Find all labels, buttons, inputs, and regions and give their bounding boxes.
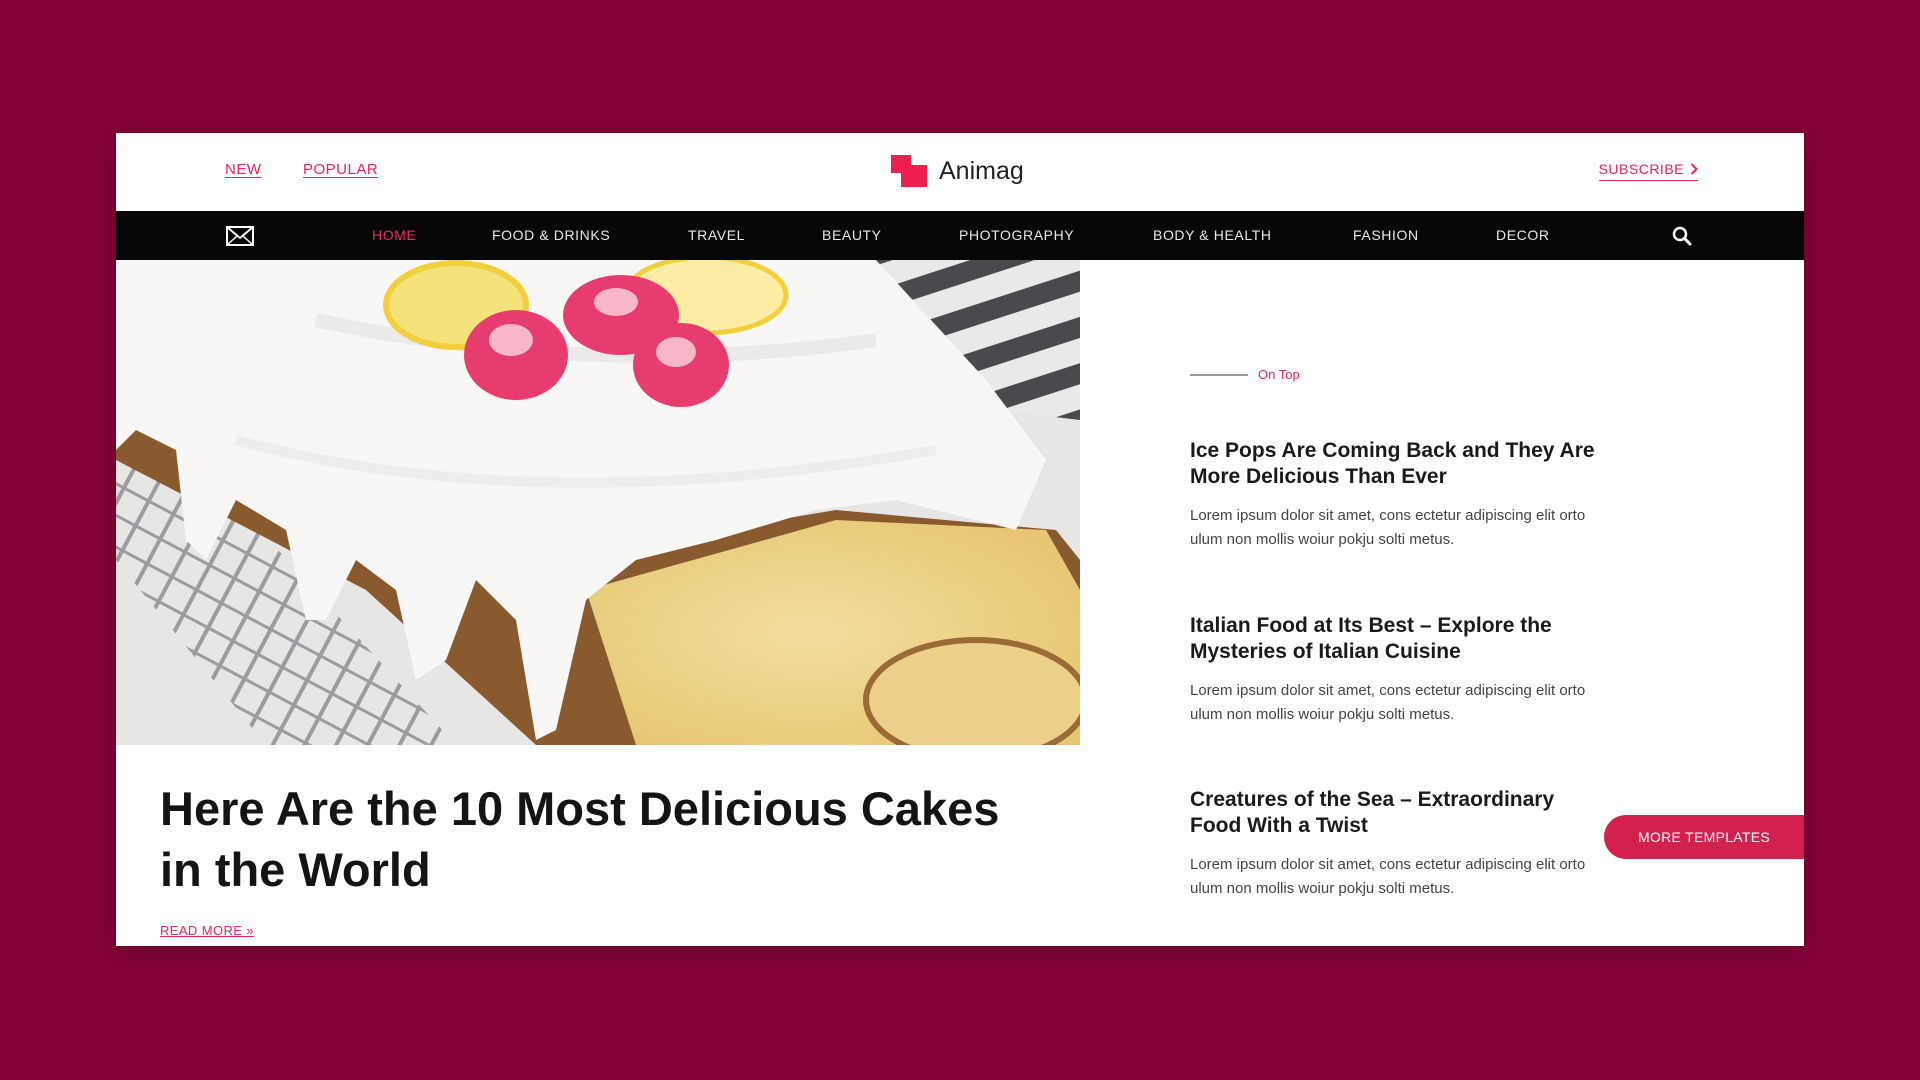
article-excerpt: Lorem ipsum dolor sit amet, cons ectetur… [1190, 856, 1586, 897]
nav-item-decor[interactable]: DECOR [1496, 227, 1550, 243]
section-label: On Top [1190, 367, 1300, 382]
top-bar: NEW POPULAR Animag SUBSCRIBE [116, 133, 1804, 211]
chevron-right-icon [1690, 163, 1698, 175]
page-frame: NEW POPULAR Animag SUBSCRIBE HOME FOOD &… [116, 133, 1804, 946]
logo-mark-icon [891, 155, 929, 187]
nav-item-fashion[interactable]: FASHION [1353, 227, 1419, 243]
article-title[interactable]: Ice Pops Are Coming Back and They Are Mo… [1190, 438, 1610, 490]
article-title[interactable]: Creatures of the Sea – Extraordinary Foo… [1190, 787, 1610, 839]
mail-icon[interactable] [226, 226, 254, 246]
subscribe-label: SUBSCRIBE [1598, 161, 1684, 177]
nav-item-travel[interactable]: TRAVEL [688, 227, 745, 243]
nav-item-home[interactable]: HOME [372, 227, 416, 243]
nav-item-body-health[interactable]: BODY & HEALTH [1153, 227, 1272, 243]
cake-photo [116, 260, 1080, 745]
nav-item-food-drinks[interactable]: FOOD & DRINKS [492, 227, 610, 243]
site-logo[interactable]: Animag [891, 155, 1024, 187]
subscribe-link[interactable]: SUBSCRIBE [1598, 161, 1698, 181]
more-templates-button[interactable]: MORE TEMPLATES [1604, 815, 1804, 859]
hero-headline[interactable]: Here Are the 10 Most Delicious Cakes in … [160, 778, 1020, 900]
nav-item-beauty[interactable]: BEAUTY [822, 227, 882, 243]
article-card[interactable]: Creatures of the Sea – Extraordinary Foo… [1190, 787, 1610, 901]
section-divider [1190, 373, 1248, 376]
article-card[interactable]: Ice Pops Are Coming Back and They Are Mo… [1190, 438, 1610, 552]
new-link[interactable]: NEW [225, 161, 262, 178]
search-icon[interactable] [1672, 226, 1692, 246]
read-more-link[interactable]: READ MORE » [160, 923, 254, 938]
popular-link[interactable]: POPULAR [303, 161, 378, 178]
main-nav: HOME FOOD & DRINKS TRAVEL BEAUTY PHOTOGR… [116, 211, 1804, 260]
logo-text: Animag [939, 156, 1024, 185]
article-excerpt: Lorem ipsum dolor sit amet, cons ectetur… [1190, 507, 1586, 548]
nav-item-photography[interactable]: PHOTOGRAPHY [959, 227, 1074, 243]
article-title[interactable]: Italian Food at Its Best – Explore the M… [1190, 613, 1610, 665]
article-excerpt: Lorem ipsum dolor sit amet, cons ectetur… [1190, 682, 1586, 723]
hero-image[interactable] [116, 260, 1080, 745]
article-card[interactable]: Italian Food at Its Best – Explore the M… [1190, 613, 1610, 727]
section-label-text: On Top [1258, 367, 1300, 382]
